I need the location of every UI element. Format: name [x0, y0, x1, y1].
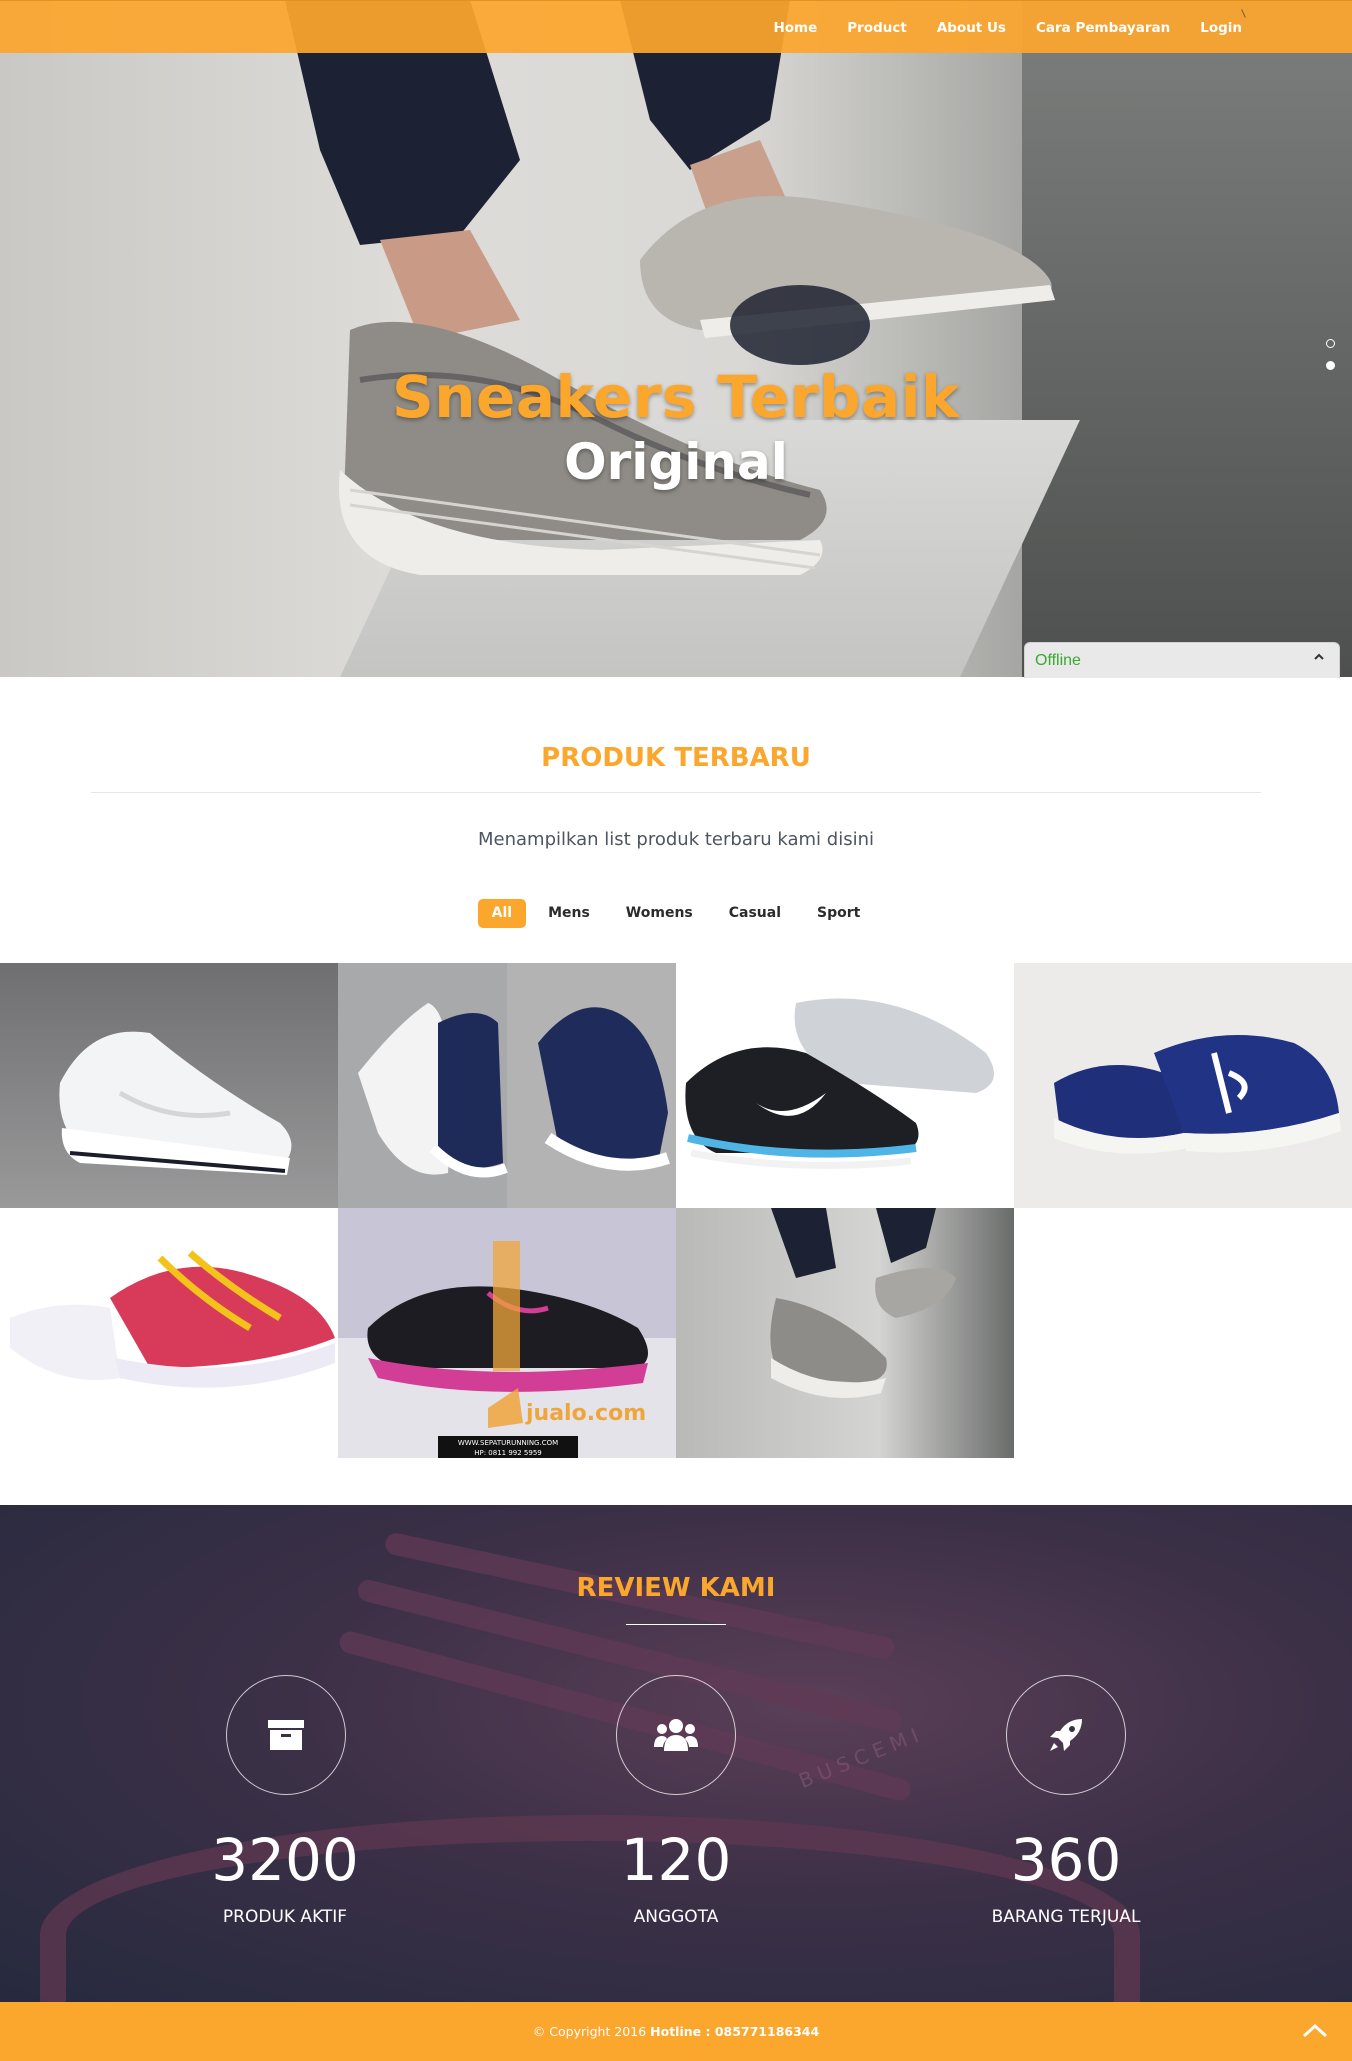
stat-value-produk-aktif: 3200 — [211, 1826, 359, 1894]
product-filter-bar: All Mens Womens Casual Sport — [0, 899, 1352, 928]
hero-slider: Home Product About Us Cara Pembayaran Lo… — [0, 0, 1352, 677]
section-divider — [91, 792, 1261, 793]
products-section-title: PRODUK TERBARU — [541, 743, 811, 773]
stat-value-anggota: 120 — [620, 1826, 732, 1894]
product-item[interactable] — [0, 963, 338, 1208]
archive-icon — [268, 1720, 304, 1750]
hero-sneaker-image — [285, 0, 1055, 575]
live-chat-widget[interactable]: Offline — [1024, 642, 1340, 678]
review-title-underline — [626, 1624, 726, 1625]
nav-item-login[interactable]: Login — [1200, 20, 1242, 36]
filter-all[interactable]: All — [477, 899, 527, 928]
product-image-pink-slip-on — [0, 1208, 338, 1458]
stat-label-barang-terjual: BARANG TERJUAL — [991, 1907, 1141, 1927]
nav-item-home[interactable]: Home — [773, 20, 817, 36]
chevron-up-icon — [1302, 2023, 1328, 2038]
stat-label-produk-aktif: PRODUK AKTIF — [222, 1907, 348, 1927]
filter-womens[interactable]: Womens — [612, 899, 707, 928]
product-image-navy-canvas-sneakers — [1014, 963, 1352, 1208]
product-item[interactable]: jualo.com WWW.SEPATURUNNING.COM HP: 0811… — [338, 1208, 676, 1458]
filter-sport[interactable]: Sport — [803, 899, 874, 928]
hero-title: Sneakers Terbaik — [391, 363, 961, 431]
product-item[interactable] — [338, 963, 676, 1208]
stat-circle — [616, 1675, 736, 1795]
chevron-up-icon[interactable] — [1313, 651, 1325, 667]
chat-status: Offline — [1035, 652, 1081, 669]
hero-subtitle: Original — [564, 433, 788, 491]
footer-hotline: Hotline : 085771186344 — [650, 2024, 820, 2039]
stat-value-barang-terjual: 360 — [1010, 1826, 1122, 1894]
stat-circle — [226, 1675, 346, 1795]
footer: © Copyright 2016 Hotline : 085771186344 — [0, 2002, 1352, 2061]
shop-watermark-phone: HP: 0811 992 5959 — [474, 1449, 542, 1457]
filter-casual[interactable]: Casual — [715, 899, 795, 928]
product-item[interactable] — [676, 963, 1014, 1208]
users-icon — [654, 1719, 698, 1751]
product-image-grey-knit-sneakers — [676, 1208, 1014, 1458]
product-image-white-sneaker — [0, 963, 338, 1208]
back-to-top-button[interactable] — [1300, 2018, 1330, 2044]
footer-copyright: © Copyright 2016 — [532, 2024, 647, 2039]
product-image-navy-sneakers-pair — [338, 963, 676, 1208]
slider-dot-2-active[interactable] — [1326, 361, 1335, 370]
footer-text: © Copyright 2016 Hotline : 085771186344 — [0, 2024, 1352, 2039]
nav-item-cara-pembayaran[interactable]: Cara Pembayaran — [1036, 20, 1170, 36]
nav-item-product[interactable]: Product — [847, 20, 907, 36]
filter-mens[interactable]: Mens — [534, 899, 604, 928]
shop-watermark-url: WWW.SEPATURUNNING.COM — [458, 1439, 558, 1447]
rocket-icon — [1050, 1719, 1082, 1751]
nav-menu: Home Product About Us Cara Pembayaran Lo… — [743, 1, 1242, 54]
products-section-subtitle: Menampilkan list produk terbaru kami dis… — [478, 829, 874, 850]
product-item[interactable] — [1014, 963, 1352, 1208]
review-section-title: REVIEW KAMI — [576, 1573, 776, 1603]
stat-circle — [1006, 1675, 1126, 1795]
product-image-black-running-shoes — [676, 963, 1014, 1208]
product-item[interactable] — [0, 1208, 338, 1458]
product-item[interactable] — [676, 1208, 1014, 1458]
product-image-black-pink-running-shoe: jualo.com WWW.SEPATURUNNING.COM HP: 0811… — [338, 1208, 676, 1458]
jualo-watermark: jualo.com — [525, 1401, 646, 1426]
stat-label-anggota: ANGGOTA — [633, 1907, 719, 1927]
slider-dot-1[interactable] — [1326, 339, 1335, 348]
top-navbar: Home Product About Us Cara Pembayaran Lo… — [0, 0, 1352, 53]
nav-item-about-us[interactable]: About Us — [937, 20, 1006, 36]
